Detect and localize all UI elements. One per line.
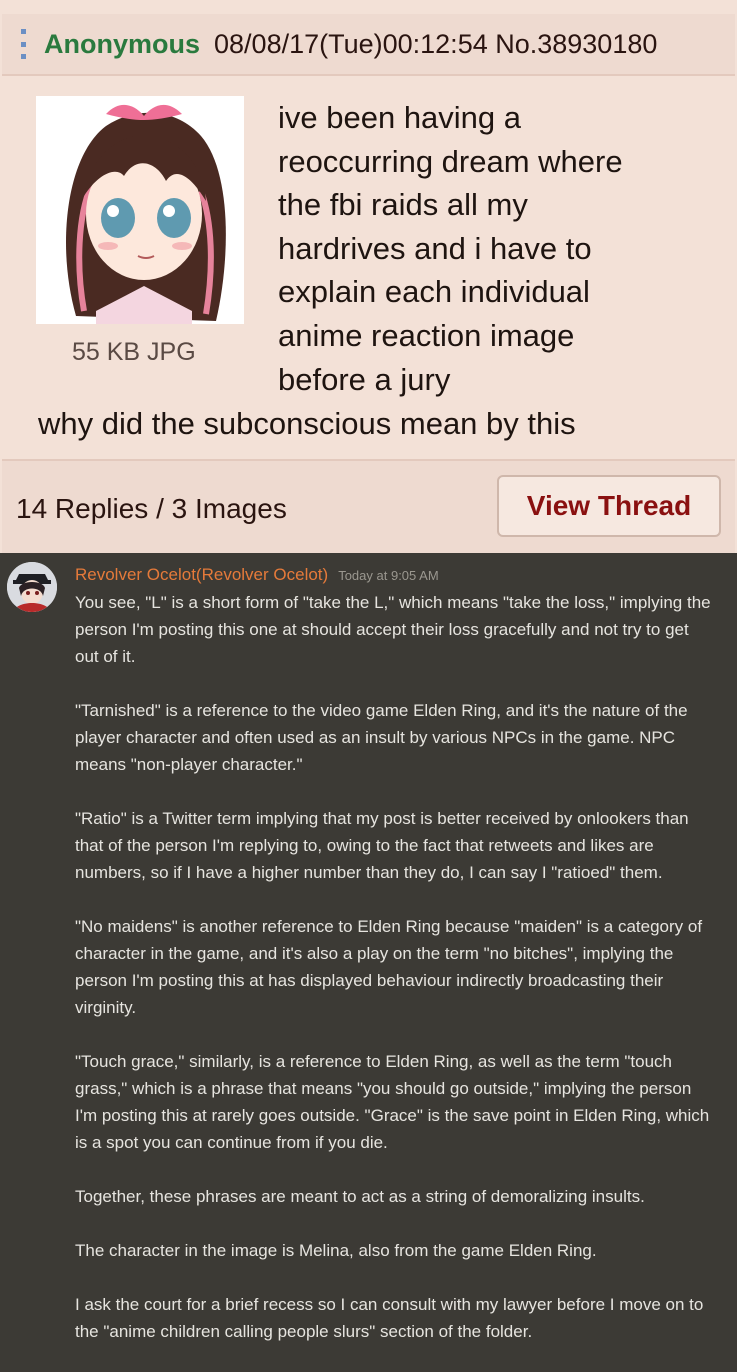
author-name[interactable]: Revolver Ocelot(Revolver Ocelot)	[75, 565, 328, 585]
view-thread-button[interactable]: View Thread	[497, 475, 721, 537]
message-paragraph: You see, "L" is a short form of "take th…	[75, 593, 711, 666]
message-timestamp: Today at 9:05 AM	[338, 568, 439, 583]
post-body: 55 KB JPG ive been having a reoccurring …	[0, 78, 737, 458]
post-line-last: why did the subconscious mean by this	[38, 406, 576, 441]
post-menu-icon[interactable]	[18, 29, 28, 59]
post-text: ive been having a reoccurring dream wher…	[278, 96, 728, 401]
poster-name: Anonymous	[44, 28, 201, 59]
post-thumbnail[interactable]	[36, 96, 244, 324]
post-card: Anonymous 08/08/17(Tue)00:12:54 No.38930…	[0, 0, 737, 554]
message-paragraph: "Ratio" is a Twitter term implying that …	[75, 809, 689, 882]
message-paragraph: I ask the court for a brief recess so I …	[75, 1295, 704, 1341]
reply-count: 14 Replies / 3 Images	[16, 493, 287, 524]
anime-girl-thumbnail-image	[36, 96, 244, 324]
message-header: Revolver Ocelot(Revolver Ocelot) Today a…	[75, 565, 439, 585]
post-line: reoccurring dream where	[278, 143, 623, 179]
chat-message: Revolver Ocelot(Revolver Ocelot) Today a…	[0, 553, 737, 1370]
file-info: 55 KB JPG	[72, 338, 196, 366]
post-meta[interactable]: 08/08/17(Tue)00:12:54 No.38930180	[214, 29, 657, 60]
message-paragraph: "Touch grace," similarly, is a reference…	[75, 1052, 710, 1152]
message-paragraph: "No maidens" is another reference to Eld…	[75, 917, 703, 1017]
message-paragraph: The character in the image is Melina, al…	[75, 1241, 597, 1260]
user-avatar[interactable]	[7, 562, 57, 612]
message-paragraph: "Tarnished" is a reference to the video …	[75, 701, 688, 774]
post-line: hardrives and i have to	[278, 230, 592, 266]
post-line: before a jury	[278, 361, 451, 397]
message-paragraph: Together, these phrases are meant to act…	[75, 1187, 645, 1206]
message-body: You see, "L" is a short form of "take th…	[75, 589, 715, 1372]
post-line: explain each individual	[278, 274, 590, 310]
post-line: anime reaction image	[278, 317, 575, 353]
post-footer: 14 Replies / 3 Images View Thread	[2, 459, 735, 553]
post-line: the fbi raids all my	[278, 187, 528, 223]
post-header: Anonymous 08/08/17(Tue)00:12:54 No.38930…	[2, 14, 735, 76]
avatar-image	[7, 562, 57, 612]
post-line: ive been having a	[278, 100, 522, 135]
